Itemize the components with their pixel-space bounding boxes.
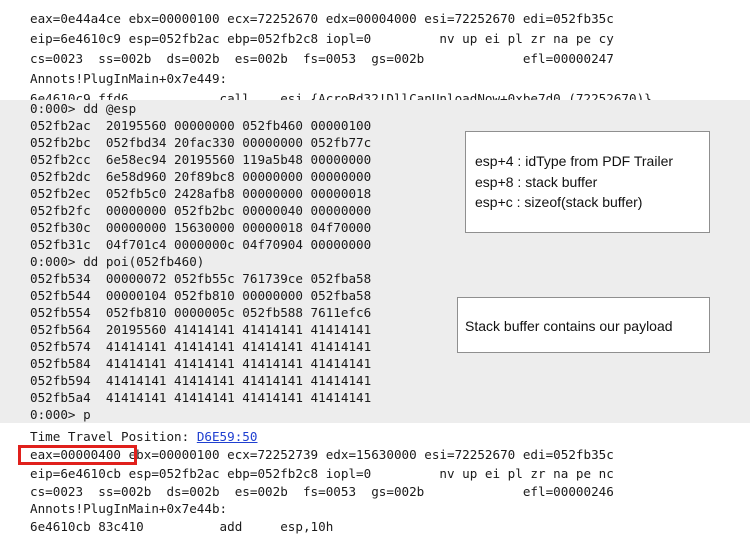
time-travel-line: Time Travel Position: D6E59:50 <box>0 428 750 445</box>
eax-callout-box <box>18 445 137 465</box>
console-command: 0:000> p <box>0 406 750 423</box>
console-line: 052fb584 41414141 41414141 41414141 4141… <box>0 355 750 372</box>
console-line: cs=0023 ss=002b ds=002b es=002b fs=0053 … <box>30 51 614 66</box>
console-line: eip=6e4610c9 esp=052fb2ac ebp=052fb2c8 i… <box>30 31 614 46</box>
time-travel-label: Time Travel Position: <box>30 429 197 444</box>
time-travel-link[interactable]: D6E59:50 <box>197 429 258 444</box>
console-line: cs=0023 ss=002b ds=002b es=002b fs=0053 … <box>30 484 614 499</box>
console-command: 0:000> dd @esp <box>0 100 750 117</box>
console-line: Annots!PlugInMain+0x7e44b: <box>30 501 228 516</box>
console-line: 6e4610cb 83c410 add esp,10h <box>30 519 334 534</box>
note-line: Stack buffer contains our payload <box>465 318 673 334</box>
console-line: 052fb31c 04f701c4 0000000c 04f70904 0000… <box>0 236 750 253</box>
debugger-console: eax=0e44a4ce ebx=00000100 ecx=72252670 e… <box>0 0 750 548</box>
payload-note: Stack buffer contains our payload <box>457 297 710 353</box>
note-line: esp+c : sizeof(stack buffer) <box>475 194 643 210</box>
console-line: eip=6e4610cb esp=052fb2ac ebp=052fb2c8 i… <box>30 466 614 481</box>
note-line: esp+4 : idType from PDF Trailer <box>475 153 674 169</box>
console-command: 0:000> dd poi(052fb460) <box>0 253 750 270</box>
console-line: 052fb5a4 41414141 41414141 41414141 4141… <box>0 389 750 406</box>
note-line: esp+8 : stack buffer <box>475 173 598 190</box>
stack-args-note: esp+4 : idType from PDF Trailer esp+8 : … <box>465 131 710 233</box>
console-line: eax=0e44a4ce ebx=00000100 ecx=72252670 e… <box>30 11 614 26</box>
console-line: Annots!PlugInMain+0x7e449: <box>30 71 228 86</box>
console-line: 052fb534 00000072 052fb55c 761739ce 052f… <box>0 270 750 287</box>
console-line: 052fb594 41414141 41414141 41414141 4141… <box>0 372 750 389</box>
